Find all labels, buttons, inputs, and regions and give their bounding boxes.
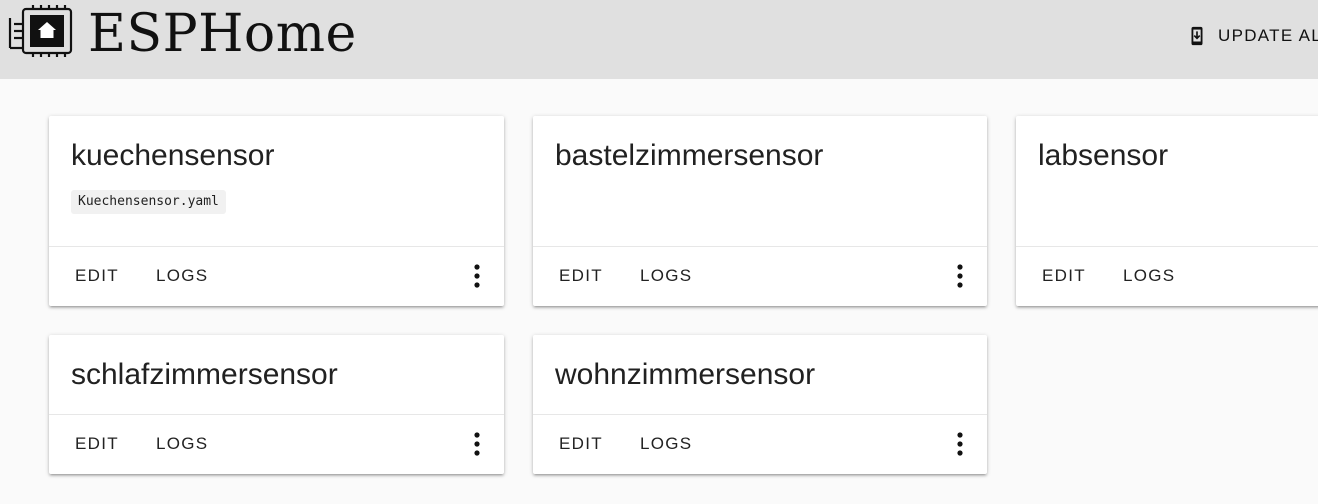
edit-button[interactable]: EDIT <box>75 434 119 454</box>
config-filename: Kuechensensor.yaml <box>71 190 226 214</box>
device-name: kuechensensor <box>71 139 275 172</box>
logs-button[interactable]: LOGS <box>156 434 208 454</box>
system-update-icon <box>1191 26 1203 46</box>
logs-button[interactable]: LOGS <box>640 266 692 286</box>
edit-button[interactable]: EDIT <box>1042 266 1086 286</box>
logs-button[interactable]: LOGS <box>156 266 208 286</box>
device-card-schlafzimmersensor: schlafzimmersensor EDIT LOGS <box>49 335 504 474</box>
edit-button[interactable]: EDIT <box>559 434 603 454</box>
device-card-labsensor: labsensor EDIT LOGS <box>1016 116 1318 306</box>
device-card-kuechensensor: kuechensensor Kuechensensor.yaml EDIT LO… <box>49 116 504 306</box>
device-card-wohnzimmersensor: wohnzimmersensor EDIT LOGS <box>533 335 987 474</box>
edit-button[interactable]: EDIT <box>75 266 119 286</box>
more-vert-icon[interactable] <box>468 431 486 457</box>
card-actions: EDIT LOGS <box>533 414 987 474</box>
more-vert-icon[interactable] <box>468 263 486 289</box>
device-name: wohnzimmersensor <box>555 358 816 391</box>
device-card-bastelzimmersensor: bastelzimmersensor EDIT LOGS <box>533 116 987 306</box>
device-name: bastelzimmersensor <box>555 139 824 172</box>
more-vert-icon[interactable] <box>951 431 969 457</box>
esphome-logo-icon <box>8 5 73 57</box>
device-name: schlafzimmersensor <box>71 358 338 391</box>
card-actions: EDIT LOGS <box>1016 246 1318 306</box>
update-all-label: UPDATE AL <box>1218 26 1318 45</box>
app-header: ESPHome UPDATE AL <box>0 0 1318 79</box>
app-title: ESPHome <box>88 4 357 64</box>
card-actions: EDIT LOGS <box>49 246 504 306</box>
logs-button[interactable]: LOGS <box>1123 266 1175 286</box>
device-name: labsensor <box>1038 139 1169 172</box>
logs-button[interactable]: LOGS <box>640 434 692 454</box>
card-actions: EDIT LOGS <box>533 246 987 306</box>
card-actions: EDIT LOGS <box>49 414 504 474</box>
edit-button[interactable]: EDIT <box>559 266 603 286</box>
more-vert-icon[interactable] <box>951 263 969 289</box>
update-all-button[interactable]: UPDATE AL <box>1186 20 1318 52</box>
